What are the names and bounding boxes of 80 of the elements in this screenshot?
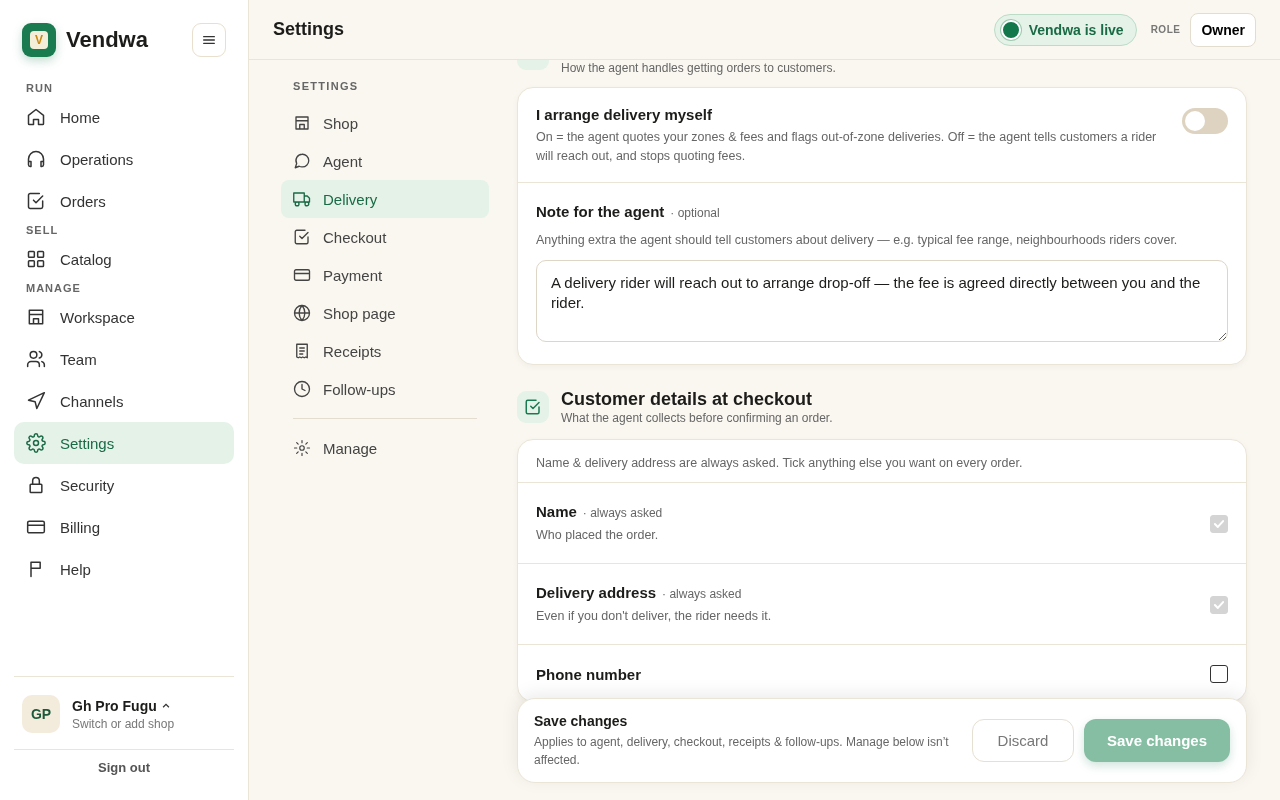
card-icon	[293, 266, 311, 284]
nav-item[interactable]: Team	[14, 338, 234, 380]
settings-nav-item[interactable]: Shop page	[281, 294, 489, 332]
section-subtitle: How the agent handles getting orders to customers.	[561, 61, 836, 75]
page-title: Settings	[273, 19, 345, 40]
checkbox-icon	[517, 391, 549, 423]
role-label: ROLE	[1150, 24, 1181, 35]
nav-item[interactable]: Operations	[14, 138, 234, 180]
shop-caption: Switch or add shop	[72, 716, 175, 731]
receipt-icon	[293, 342, 311, 360]
setting-description: Anything extra the agent should tell customers about delivery — e.g. typical fee range, neighbourhoods riders cover.	[536, 232, 1178, 249]
save-bar-title: Save changes	[534, 712, 629, 729]
nav-item[interactable]: Home	[14, 96, 234, 138]
check-icon	[1212, 517, 1226, 531]
nav-item[interactable]: Security	[14, 464, 234, 506]
nav-section-heading: RUN	[25, 81, 54, 96]
nav-item[interactable]: Orders	[14, 180, 234, 222]
paper-plane-icon	[26, 391, 46, 411]
optional-tag: · optional	[670, 206, 720, 220]
chat-bubble-icon	[293, 152, 311, 170]
menu-button[interactable]	[192, 23, 226, 57]
nav-item[interactable]: Workspace	[14, 296, 234, 338]
settings-nav-item[interactable]: Checkout	[281, 218, 489, 256]
grid-icon	[26, 249, 46, 269]
section-title: Customer details at checkout	[561, 389, 814, 410]
settings-nav-item[interactable]: Receipts	[281, 332, 489, 370]
nav-item[interactable]: Catalog	[14, 238, 234, 280]
headphones-icon	[26, 149, 46, 169]
settings-nav-item[interactable]: Agent	[281, 142, 489, 180]
field-label: Name	[536, 503, 577, 520]
shop-name[interactable]: Gh Pro Fugu	[72, 697, 157, 714]
settings-nav-item[interactable]: Delivery	[281, 180, 489, 218]
role-button[interactable]: Owner	[1190, 12, 1256, 47]
section-subtitle: What the agent collects before confirming an order.	[561, 411, 833, 425]
settings-icon	[26, 433, 46, 453]
nav-section-heading: MANAGE	[25, 281, 82, 296]
setting-description: On = the agent quotes your zones & fees and flags out-of-zone deliveries. Off = the agent tells customers a rider will reach out, and stops quoting fees.	[536, 129, 1158, 165]
field-description: Who placed the order.	[536, 527, 660, 544]
settings-heading: SETTINGS	[292, 80, 360, 94]
check-icon	[1212, 598, 1226, 612]
always-asked-tag: · always asked	[662, 587, 742, 601]
nav-section-heading: SELL	[25, 223, 60, 238]
settings-nav-item[interactable]: Manage	[281, 429, 489, 467]
storefront-icon	[293, 114, 311, 132]
discard-button[interactable]: Discard	[972, 719, 1074, 762]
brand-name: Vendwa	[66, 27, 149, 53]
nav-item[interactable]: Billing	[14, 506, 234, 548]
clock-icon	[293, 380, 311, 398]
section-icon	[517, 60, 549, 70]
live-status[interactable]: Vendwa is live	[993, 13, 1137, 46]
toggle-switch[interactable]	[1182, 108, 1228, 134]
settings-nav-item[interactable]: Shop	[281, 104, 489, 142]
checkbox-icon	[26, 191, 46, 211]
field-label: Delivery address	[536, 584, 657, 601]
setting-label: I arrange delivery myself	[536, 106, 713, 123]
checkbox[interactable]	[1210, 665, 1228, 683]
field-description: Even if you don't deliver, the rider needs it.	[536, 608, 773, 625]
note-field[interactable]: A delivery rider will reach out to arrange drop-off — the fee is agreed directly between you and the rider.	[536, 260, 1228, 342]
save-bar-description: Applies to agent, delivery, checkout, receipts & follow-ups. Manage below isn’t affected.	[534, 733, 950, 769]
shop-avatar: GP	[22, 695, 60, 733]
field-label: Phone number	[536, 665, 641, 683]
nav-item[interactable]: Settings	[14, 422, 234, 464]
nav-item[interactable]: Channels	[14, 380, 234, 422]
sign-out-link[interactable]: Sign out	[14, 749, 234, 800]
home-icon	[26, 107, 46, 127]
lock-icon	[26, 475, 46, 495]
logo-icon: V	[22, 23, 56, 57]
people-icon	[26, 349, 46, 369]
sun-icon	[293, 439, 311, 457]
always-asked-tag: · always asked	[582, 506, 663, 520]
truck-icon	[293, 190, 311, 208]
storefront-icon	[26, 307, 46, 327]
settings-nav-item[interactable]: Follow-ups	[281, 370, 489, 408]
setting-label: Note for the agent	[536, 203, 665, 220]
settings-nav-item[interactable]: Payment	[281, 256, 489, 294]
checkbox-icon	[293, 228, 311, 246]
globe-icon	[293, 304, 311, 322]
card-icon	[26, 517, 46, 537]
nav-item[interactable]: Help	[14, 548, 234, 590]
card-intro: Name & delivery address are always asked. Tick anything else you want on every order.	[518, 440, 1246, 483]
